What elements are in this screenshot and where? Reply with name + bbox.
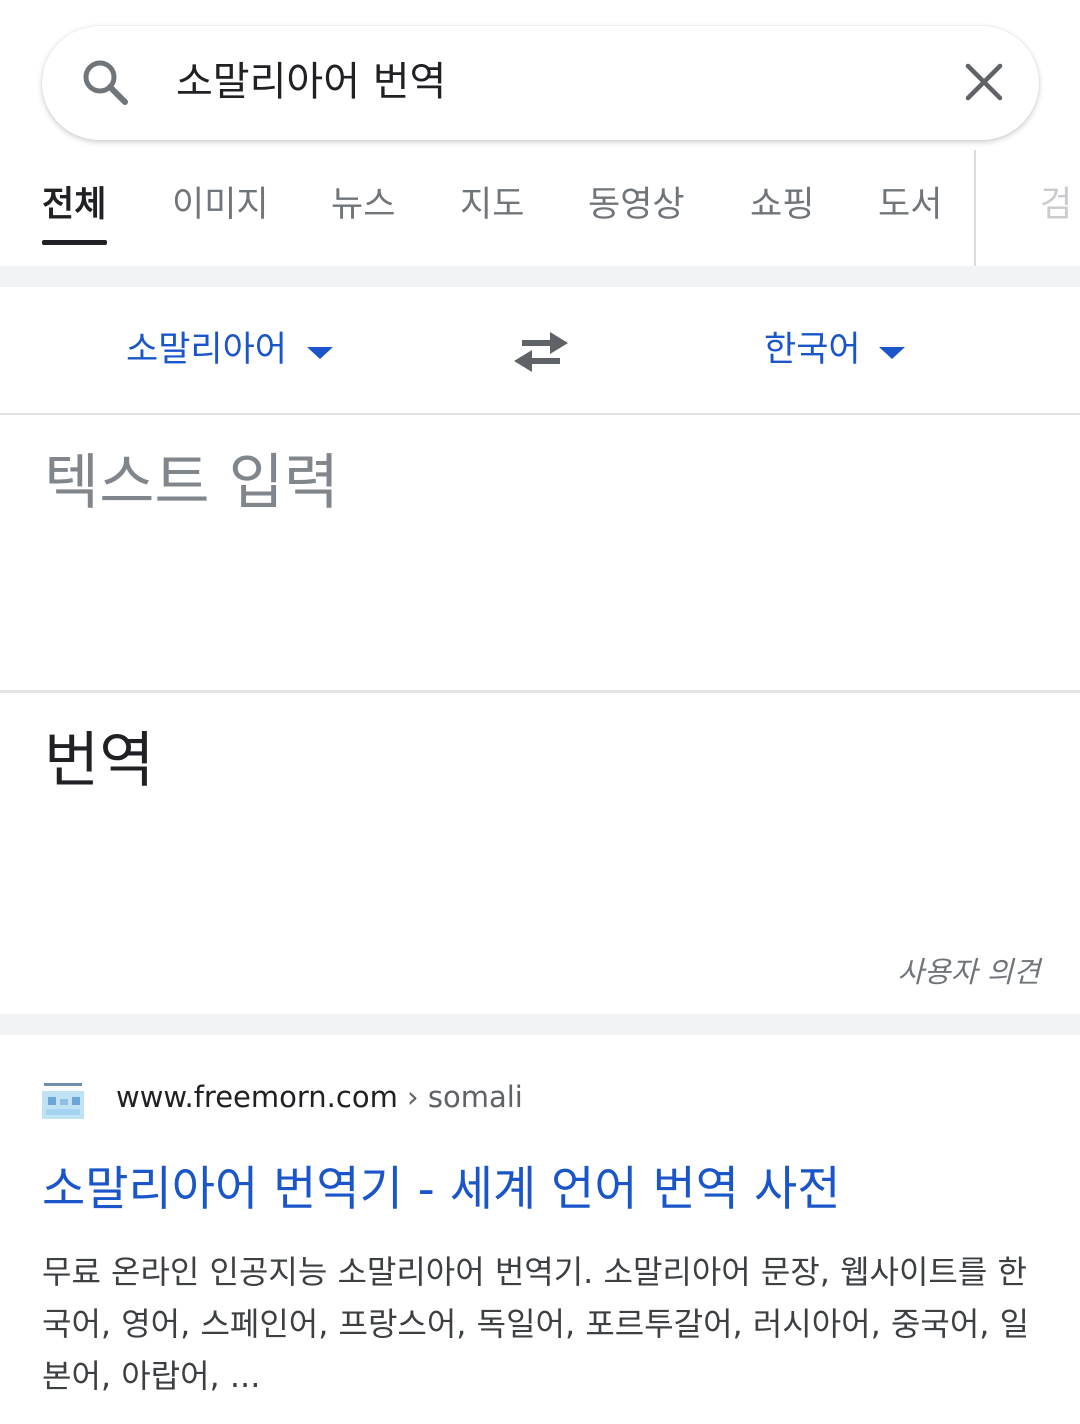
- target-language-select[interactable]: 한국어: [764, 327, 861, 373]
- close-icon[interactable]: [964, 62, 1004, 102]
- site-favicon: [42, 1077, 84, 1119]
- tab-all[interactable]: 전체: [42, 182, 106, 228]
- result-breadcrumb: › somali: [397, 1080, 523, 1114]
- source-language-select[interactable]: 소말리아어: [126, 327, 287, 373]
- swap-languages-icon[interactable]: [514, 330, 568, 374]
- tab-more[interactable]: 검: [1040, 182, 1072, 228]
- tabs-divider: [974, 150, 976, 266]
- tab-news[interactable]: 뉴스: [331, 182, 395, 228]
- result-url[interactable]: www.freemorn.com › somali: [116, 1078, 523, 1116]
- result-domain: www.freemorn.com: [116, 1080, 398, 1114]
- tab-shopping[interactable]: 쇼핑: [750, 182, 814, 228]
- tab-maps[interactable]: 지도: [460, 182, 524, 228]
- section-separator: [0, 266, 1080, 287]
- target-language-dropdown-icon[interactable]: [879, 347, 905, 359]
- tab-videos[interactable]: 동영상: [588, 182, 685, 228]
- source-text-input[interactable]: 텍스트 입력: [44, 448, 339, 518]
- source-language-dropdown-icon[interactable]: [307, 347, 333, 359]
- divider: [0, 413, 1080, 415]
- section-separator: [0, 1014, 1080, 1035]
- divider: [0, 690, 1080, 693]
- translation-output: 번역: [44, 726, 155, 796]
- result-title-link[interactable]: 소말리아어 번역기 - 세계 언어 번역 사전: [42, 1160, 840, 1220]
- search-icon[interactable]: [80, 57, 130, 107]
- active-tab-indicator: [42, 240, 107, 245]
- tab-images[interactable]: 이미지: [172, 182, 269, 228]
- feedback-link[interactable]: 사용자 의견: [897, 954, 1040, 990]
- result-snippet: 무료 온라인 인공지능 소말리아어 번역기. 소말리아어 문장, 웹사이트를 한…: [42, 1253, 1030, 1395]
- tab-books[interactable]: 도서: [878, 182, 942, 228]
- search-input[interactable]: 소말리아어 번역: [176, 54, 446, 110]
- search-tabs: 전체 이미지 뉴스 지도 동영상 쇼핑 도서 검: [0, 150, 1080, 266]
